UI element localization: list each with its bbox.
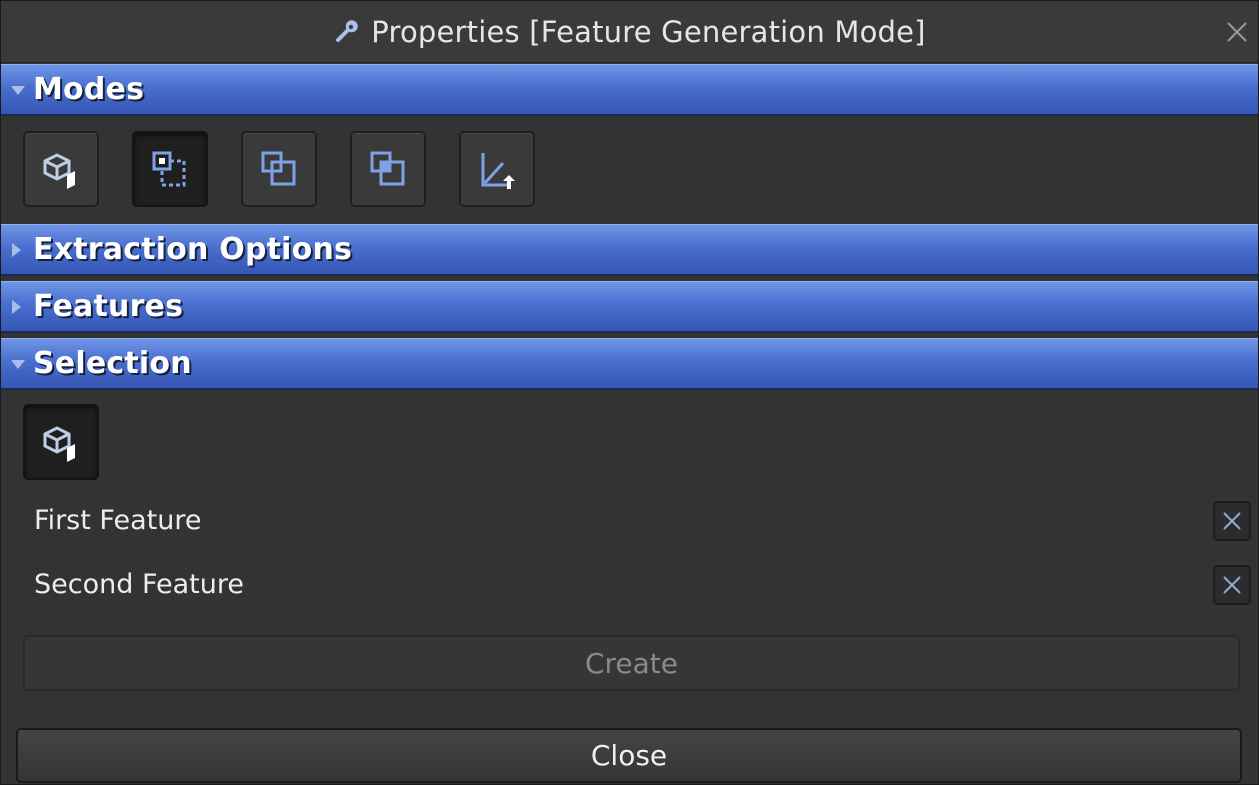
- selection-rect-icon: [152, 151, 186, 187]
- section-selection-label: Selection: [33, 346, 192, 381]
- intersect-squares-icon: [370, 151, 405, 186]
- collapse-arrow-icon: [1, 281, 33, 333]
- section-features-header[interactable]: Features: [1, 281, 1258, 333]
- overlap-features-tool-button[interactable]: [241, 131, 317, 207]
- collapse-arrow-icon: [1, 224, 33, 276]
- create-button[interactable]: Create: [23, 635, 1240, 691]
- modes-toolbar: [23, 131, 535, 211]
- close-icon: [1223, 512, 1241, 530]
- list-item: Second Feature: [1, 559, 1258, 617]
- close-button[interactable]: Close: [16, 728, 1242, 783]
- section-selection-header[interactable]: Selection: [1, 338, 1258, 390]
- cube-cursor-icon: [43, 153, 75, 189]
- window-title: Properties [Feature Generation Mode]: [371, 15, 926, 49]
- section-modes-header[interactable]: Modes: [1, 64, 1258, 116]
- axis-up-icon: [481, 153, 515, 189]
- wrench-icon: [336, 20, 359, 42]
- expand-arrow-icon: [1, 64, 33, 116]
- expand-arrow-icon: [1, 338, 33, 390]
- section-features-label: Features: [33, 289, 184, 324]
- select-object-tool-button[interactable]: [23, 404, 99, 480]
- title-bar[interactable]: Properties [Feature Generation Mode]: [1, 1, 1258, 63]
- select-object-tool-button[interactable]: [23, 131, 99, 207]
- overlap-squares-icon: [261, 151, 296, 186]
- list-item: First Feature: [1, 495, 1258, 553]
- section-extraction-options-label: Extraction Options: [33, 232, 353, 267]
- axis-feature-tool-button[interactable]: [459, 131, 535, 207]
- remove-first-feature-button[interactable]: [1213, 501, 1251, 541]
- selection-toolbar: [23, 404, 99, 484]
- close-icon[interactable]: [1222, 17, 1252, 47]
- title-group: Properties [Feature Generation Mode]: [1, 1, 1258, 63]
- properties-window: Properties [Feature Generation Mode] Mod…: [0, 0, 1259, 785]
- section-extraction-options-header[interactable]: Extraction Options: [1, 224, 1258, 276]
- feature-label: First Feature: [34, 505, 202, 536]
- feature-from-selection-tool-button[interactable]: [132, 131, 208, 207]
- feature-label: Second Feature: [34, 569, 244, 600]
- section-modes-label: Modes: [33, 72, 145, 107]
- cube-cursor-icon: [43, 426, 75, 462]
- close-icon: [1223, 576, 1241, 594]
- intersect-features-tool-button[interactable]: [350, 131, 426, 207]
- remove-second-feature-button[interactable]: [1213, 565, 1251, 605]
